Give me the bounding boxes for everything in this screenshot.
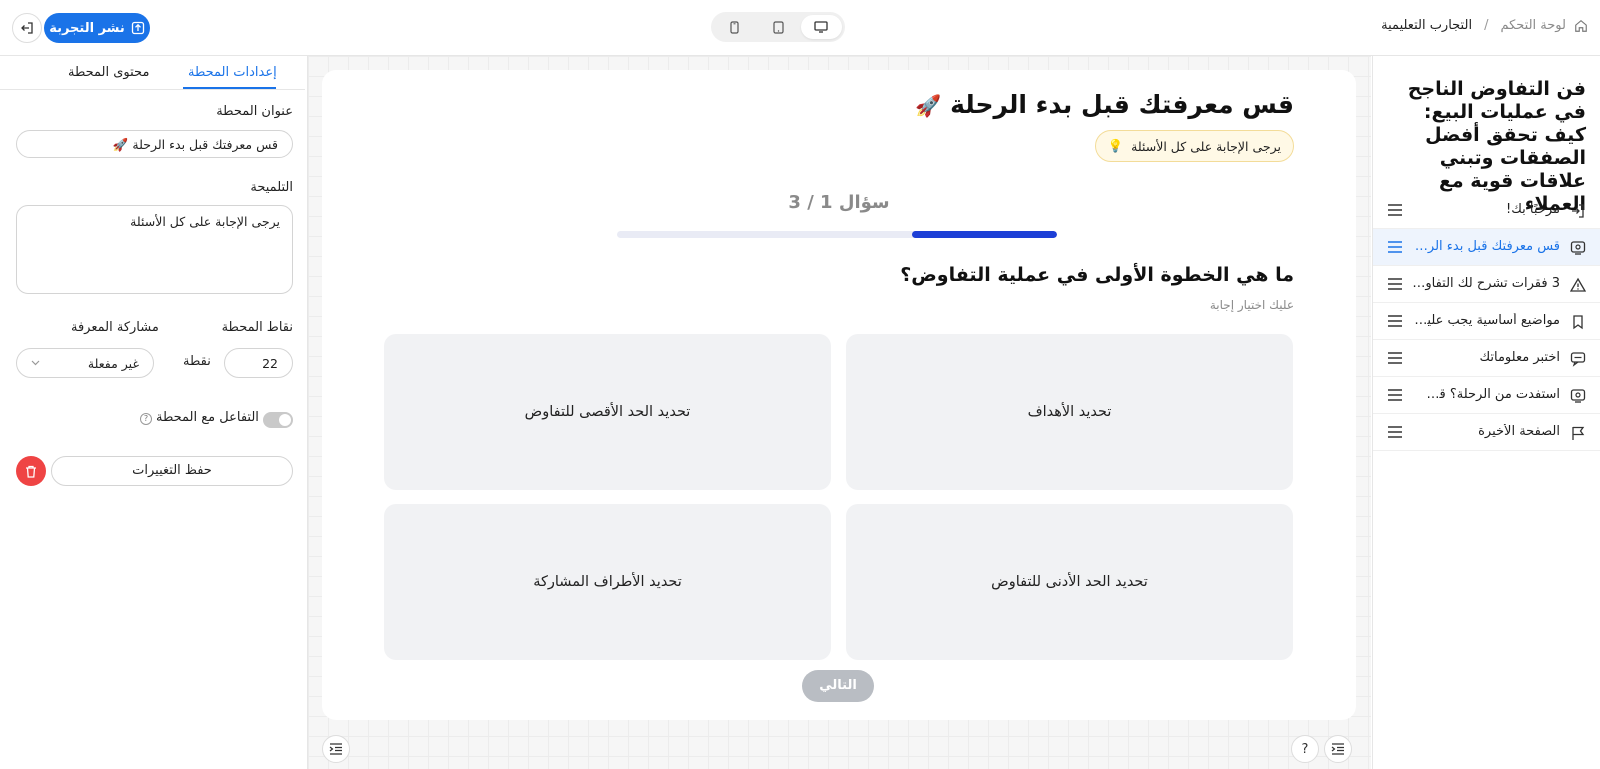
knowledge-sharing-label: مشاركة المعرفة — [71, 320, 159, 335]
hint-badge: 💡 يرجى الإجابة على كل الأسئلة — [1094, 130, 1294, 162]
hint-label: التلميحة — [250, 180, 293, 195]
rocket-icon: 🚀 — [915, 94, 942, 118]
enter-icon — [1572, 204, 1584, 218]
help-icon[interactable]: ? — [140, 413, 152, 425]
warning-icon — [1570, 277, 1586, 292]
device-switcher — [711, 12, 845, 42]
station-item[interactable]: مواضيع أساسية يجب عليك معرفتها — [1373, 303, 1600, 340]
interaction-toggle[interactable] — [263, 412, 293, 428]
exit-button[interactable] — [12, 13, 42, 43]
question-counter: سؤال 1 / 3 — [788, 192, 890, 213]
station-item[interactable]: اختبر معلوماتك — [1373, 340, 1600, 377]
quiz-card: قس معرفتك قبل بدء الرحلة 🚀 💡 يرجى الإجاب… — [322, 70, 1356, 720]
breadcrumb-separator: / — [1484, 18, 1489, 33]
station-title-label: عنوان المحطة — [216, 104, 293, 119]
station-item[interactable]: استفدت من الرحلة؟ قس معرفتك — [1373, 377, 1600, 414]
station-settings-panel: إعدادات المحطة محتوى المحطة عنوان المحطة… — [0, 56, 308, 769]
chevron-down-icon — [31, 360, 40, 366]
stations-list: مرحبًا بك! قس معرفتك قبل بدء الرحلة 🚀 3 … — [1373, 192, 1600, 451]
hint-text: يرجى الإجابة على كل الأسئلة — [1131, 138, 1281, 154]
tablet-view-button[interactable] — [757, 15, 798, 39]
top-bar: لوحة التحكم / التجارب التعليمية نشر التج… — [0, 0, 1600, 56]
quiz-title: قس معرفتك قبل بدء الرحلة 🚀 — [915, 90, 1294, 119]
home-icon[interactable] — [1574, 19, 1588, 33]
breadcrumb-current[interactable]: التجارب التعليمية — [1381, 18, 1472, 33]
progress-fill — [911, 231, 1057, 238]
drag-handle-icon[interactable] — [1387, 426, 1403, 438]
station-points-input[interactable]: 22 — [224, 348, 293, 378]
station-label: الصفحة الأخيرة — [1478, 424, 1560, 439]
answer-option[interactable]: تحديد الحد الأدنى للتفاوض — [846, 504, 1293, 660]
delete-button[interactable] — [16, 456, 46, 486]
indent-icon — [1331, 743, 1344, 755]
chat-icon — [1570, 352, 1586, 367]
stations-sidebar: فن التفاوض الناجح في عمليات البيع: كيف ت… — [1372, 56, 1600, 769]
save-changes-button[interactable]: حفظ التغييرات — [51, 456, 293, 486]
lightbulb-icon: 💡 — [1107, 138, 1124, 153]
quiz-icon — [1570, 241, 1586, 255]
desktop-icon — [814, 21, 828, 33]
station-title-input[interactable]: قس معرفتك قبل بدء الرحلة 🚀 — [16, 130, 293, 158]
publish-button[interactable]: نشر التجربة — [44, 13, 150, 43]
interaction-label: التفاعل مع المحطة — [156, 410, 259, 425]
quiz-title-text: قس معرفتك قبل بدء الرحلة — [950, 90, 1294, 119]
question-mark-icon: ? — [1301, 741, 1309, 757]
logout-icon — [21, 22, 33, 34]
next-button[interactable]: التالي — [802, 670, 874, 702]
answer-option[interactable]: تحديد الحد الأقصى للتفاوض — [384, 334, 831, 490]
question-text: ما هي الخطوة الأولى في عملية التفاوض؟ — [900, 264, 1294, 286]
desktop-view-button[interactable] — [800, 15, 842, 39]
station-points-label: نقاط المحطة — [221, 320, 293, 335]
help-button[interactable]: ? — [1291, 735, 1319, 763]
preview-canvas: قس معرفتك قبل بدء الرحلة 🚀 💡 يرجى الإجاب… — [308, 56, 1371, 769]
progress-bar — [617, 231, 1057, 238]
indent-icon — [329, 743, 342, 755]
station-label: مرحبًا بك! — [1506, 202, 1560, 217]
drag-handle-icon[interactable] — [1387, 278, 1403, 290]
flag-icon — [1572, 426, 1585, 440]
breadcrumb: لوحة التحكم / التجارب التعليمية — [1381, 18, 1588, 33]
toggle-knob — [279, 414, 291, 426]
station-label: اختبر معلوماتك — [1479, 350, 1560, 365]
tab-station-content[interactable]: محتوى المحطة — [68, 65, 149, 80]
knowledge-sharing-select[interactable]: غير مفعلة — [16, 348, 154, 378]
station-item[interactable]: مرحبًا بك! — [1373, 192, 1600, 229]
points-unit: نقطة — [183, 354, 211, 369]
station-label: قس معرفتك قبل بدء الرحلة 🚀 — [1410, 239, 1560, 254]
station-label: 3 فقرات تشرح لك التفاوض — [1410, 276, 1560, 291]
settings-tabs: إعدادات المحطة محتوى المحطة — [0, 56, 305, 90]
breadcrumb-home[interactable]: لوحة التحكم — [1500, 18, 1566, 33]
station-item[interactable]: الصفحة الأخيرة — [1373, 414, 1600, 451]
question-instruction: عليك اختيار إجابة — [1209, 298, 1294, 312]
tablet-icon — [772, 20, 784, 34]
drag-handle-icon[interactable] — [1387, 241, 1403, 253]
knowledge-sharing-value: غير مفعلة — [87, 356, 139, 371]
active-tab-indicator — [183, 87, 276, 89]
collapse-left-panel-button[interactable] — [322, 735, 350, 763]
answer-option[interactable]: تحديد الأطراف المشاركة — [384, 504, 831, 660]
publish-label: نشر التجربة — [49, 20, 125, 36]
collapse-right-panel-button[interactable] — [1324, 735, 1352, 763]
station-item-active[interactable]: قس معرفتك قبل بدء الرحلة 🚀 — [1373, 229, 1600, 266]
bookmark-icon — [1573, 315, 1583, 330]
station-item[interactable]: 3 فقرات تشرح لك التفاوض — [1373, 266, 1600, 303]
trash-icon — [26, 465, 36, 478]
station-label: مواضيع أساسية يجب عليك معرفتها — [1410, 313, 1560, 328]
drag-handle-icon[interactable] — [1387, 389, 1403, 401]
hint-textarea[interactable]: يرجى الإجابة على كل الأسئلة — [16, 205, 293, 294]
drag-handle-icon[interactable] — [1387, 352, 1403, 364]
station-label: استفدت من الرحلة؟ قس معرفتك — [1410, 387, 1560, 402]
tab-station-settings[interactable]: إعدادات المحطة — [188, 65, 277, 80]
upload-icon — [131, 21, 144, 35]
mobile-icon — [730, 20, 739, 34]
mobile-view-button[interactable] — [714, 15, 755, 39]
answer-option[interactable]: تحديد الأهداف — [846, 334, 1293, 490]
drag-handle-icon[interactable] — [1387, 315, 1403, 327]
quiz-icon — [1570, 389, 1586, 403]
drag-handle-icon[interactable] — [1387, 204, 1403, 216]
